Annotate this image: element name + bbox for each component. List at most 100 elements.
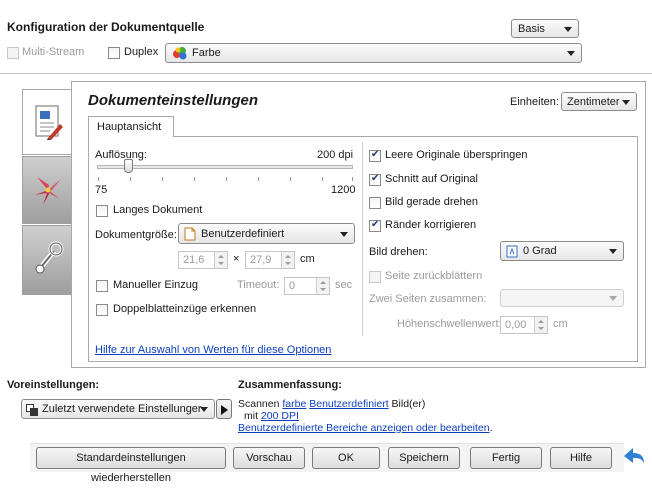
skip-blank-label: Leere Originale überspringen	[385, 149, 528, 161]
mode-select-value: Basis	[518, 23, 545, 35]
stepper-arrows-icon[interactable]	[281, 252, 294, 268]
column-divider	[362, 142, 363, 336]
timeout-unit: sec	[335, 279, 353, 291]
summary-with-prefix: mit	[244, 410, 258, 422]
divider	[0, 73, 652, 74]
resolution-slider-track[interactable]	[97, 165, 353, 169]
chevron-down-icon	[609, 296, 617, 301]
resolution-slider-thumb[interactable]	[123, 159, 133, 173]
color-mode-select[interactable]: Farbe	[165, 43, 582, 63]
height-stepper[interactable]: 27,9	[245, 251, 295, 269]
tab-advanced-settings[interactable]	[22, 225, 72, 295]
document-settings-icon	[35, 105, 63, 140]
long-document-label: Langes Dokument	[113, 204, 203, 216]
rotate-image-select[interactable]: 0 Grad	[500, 241, 624, 261]
double-feed-label: Doppelblatteinzüge erkennen	[113, 303, 257, 315]
fix-edges-checkbox[interactable]	[369, 219, 381, 232]
mode-select[interactable]: Basis	[511, 19, 579, 38]
chevron-down-icon	[200, 407, 208, 412]
units-label: Einheiten:	[510, 96, 559, 108]
merge-pages-select[interactable]	[500, 289, 624, 307]
size-unit: cm	[300, 253, 315, 265]
summary-color-link[interactable]: farbe	[282, 398, 306, 410]
skip-blank-checkbox[interactable]	[369, 149, 381, 162]
duplex-checkbox[interactable]	[108, 47, 120, 59]
document-size-value: Benutzerdefiniert	[201, 228, 285, 240]
flip-page-label: Seite zurückblättern	[385, 270, 483, 282]
height-threshold-stepper[interactable]: 0,00	[500, 316, 548, 334]
fix-edges-label: Ränder korrigieren	[385, 219, 477, 231]
page-size-icon	[184, 227, 196, 241]
source-config-title: Konfiguration der Dokumentquelle	[7, 20, 205, 34]
help-link[interactable]: Hilfe zur Auswahl von Werten für diese O…	[95, 344, 331, 356]
tab-image-settings[interactable]	[22, 156, 72, 224]
rotate-page-icon	[506, 245, 518, 258]
stepper-arrows-icon[interactable]	[316, 278, 329, 294]
chevron-down-icon	[622, 99, 630, 105]
restore-defaults-button[interactable]: Standardeinstellungen wiederherstellen	[36, 447, 226, 484]
stepper-arrows-icon[interactable]	[214, 252, 227, 268]
height-threshold-label: Höhenschwellenwert:	[397, 318, 502, 330]
width-stepper[interactable]: 21,6	[178, 251, 228, 269]
slider-tick	[226, 177, 227, 181]
double-feed-checkbox[interactable]	[96, 304, 108, 316]
preset-icon	[26, 404, 38, 416]
play-arrow-icon	[221, 405, 228, 415]
slider-tick	[162, 177, 163, 181]
stepper-arrows-icon[interactable]	[534, 317, 547, 333]
tab-document-settings[interactable]	[22, 89, 72, 155]
summary-line-1: Scannen farbe Benutzerdefiniert Bild(er)	[238, 398, 493, 410]
manual-feed-checkbox[interactable]	[96, 280, 108, 292]
rotate-image-label: Bild drehen:	[369, 246, 428, 258]
summary-line-2: mit 200 DPI	[238, 410, 493, 422]
summary-scan-prefix: Scannen	[238, 398, 280, 410]
presets-value: Zuletzt verwendete Einstellunger	[42, 403, 202, 415]
slider-tick	[258, 177, 259, 181]
document-size-select[interactable]: Benutzerdefiniert	[178, 223, 355, 244]
color-mode-value: Farbe	[192, 47, 221, 59]
merge-pages-label: Zwei Seiten zusammen:	[369, 293, 487, 305]
summary-size-link[interactable]: Benutzerdefiniert	[309, 398, 388, 410]
presets-select[interactable]: Zuletzt verwendete Einstellunger	[21, 399, 215, 419]
chevron-down-icon	[340, 231, 348, 237]
multistream-label: Multi-Stream	[22, 46, 85, 58]
custom-areas-link[interactable]: Benutzerdefinierte Bereiche anzeigen ode…	[238, 422, 490, 434]
rotate-image-value: 0 Grad	[523, 245, 557, 257]
times-sign: ×	[233, 253, 240, 265]
presets-menu-button[interactable]	[216, 399, 232, 419]
slider-tick	[130, 177, 131, 181]
help-button[interactable]: Hilfe	[550, 447, 612, 469]
resolution-min: 75	[95, 184, 108, 196]
timeout-stepper[interactable]: 0	[284, 277, 330, 295]
summary-dpi-link[interactable]: 200 DPI	[261, 410, 299, 422]
flip-page-checkbox[interactable]	[369, 271, 381, 283]
duplex-label: Duplex	[124, 46, 159, 58]
tab-main-view-label: Hauptansicht	[97, 121, 162, 133]
height-value: 27,9	[250, 254, 272, 266]
multistream-checkbox[interactable]	[7, 47, 19, 59]
crop-to-original-checkbox[interactable]	[369, 173, 381, 186]
units-select-value: Zentimeter	[567, 96, 620, 108]
ok-button[interactable]: OK	[312, 447, 380, 469]
document-size-label: Dokumentgröße:	[95, 229, 177, 241]
units-select[interactable]: Zentimeter	[561, 92, 637, 111]
summary-label: Zusammenfassung:	[238, 379, 342, 391]
summary-period: .	[489, 422, 493, 434]
tab-main-view[interactable]: Hauptansicht	[88, 116, 174, 137]
resolution-value: 200 dpi	[317, 149, 354, 161]
back-arrow-icon[interactable]	[622, 446, 646, 466]
width-value: 21,6	[183, 254, 205, 266]
slider-tick	[194, 177, 195, 181]
summary-line-3: Benutzerdefinierte Bereiche anzeigen ode…	[238, 422, 493, 434]
resolution-label: Auflösung:	[95, 149, 147, 161]
done-button[interactable]: Fertig	[470, 447, 542, 469]
preview-button[interactable]: Vorschau	[233, 447, 305, 469]
straighten-image-label: Bild gerade drehen	[385, 196, 478, 208]
timeout-label: Timeout:	[237, 279, 280, 291]
panel-title: Dokumenteinstellungen	[88, 92, 259, 109]
color-palette-icon	[173, 47, 187, 60]
crop-to-original-label: Schnitt auf Original	[385, 173, 478, 185]
long-document-checkbox[interactable]	[96, 205, 108, 217]
straighten-image-checkbox[interactable]	[369, 197, 381, 209]
save-button[interactable]: Speichern	[388, 447, 460, 469]
